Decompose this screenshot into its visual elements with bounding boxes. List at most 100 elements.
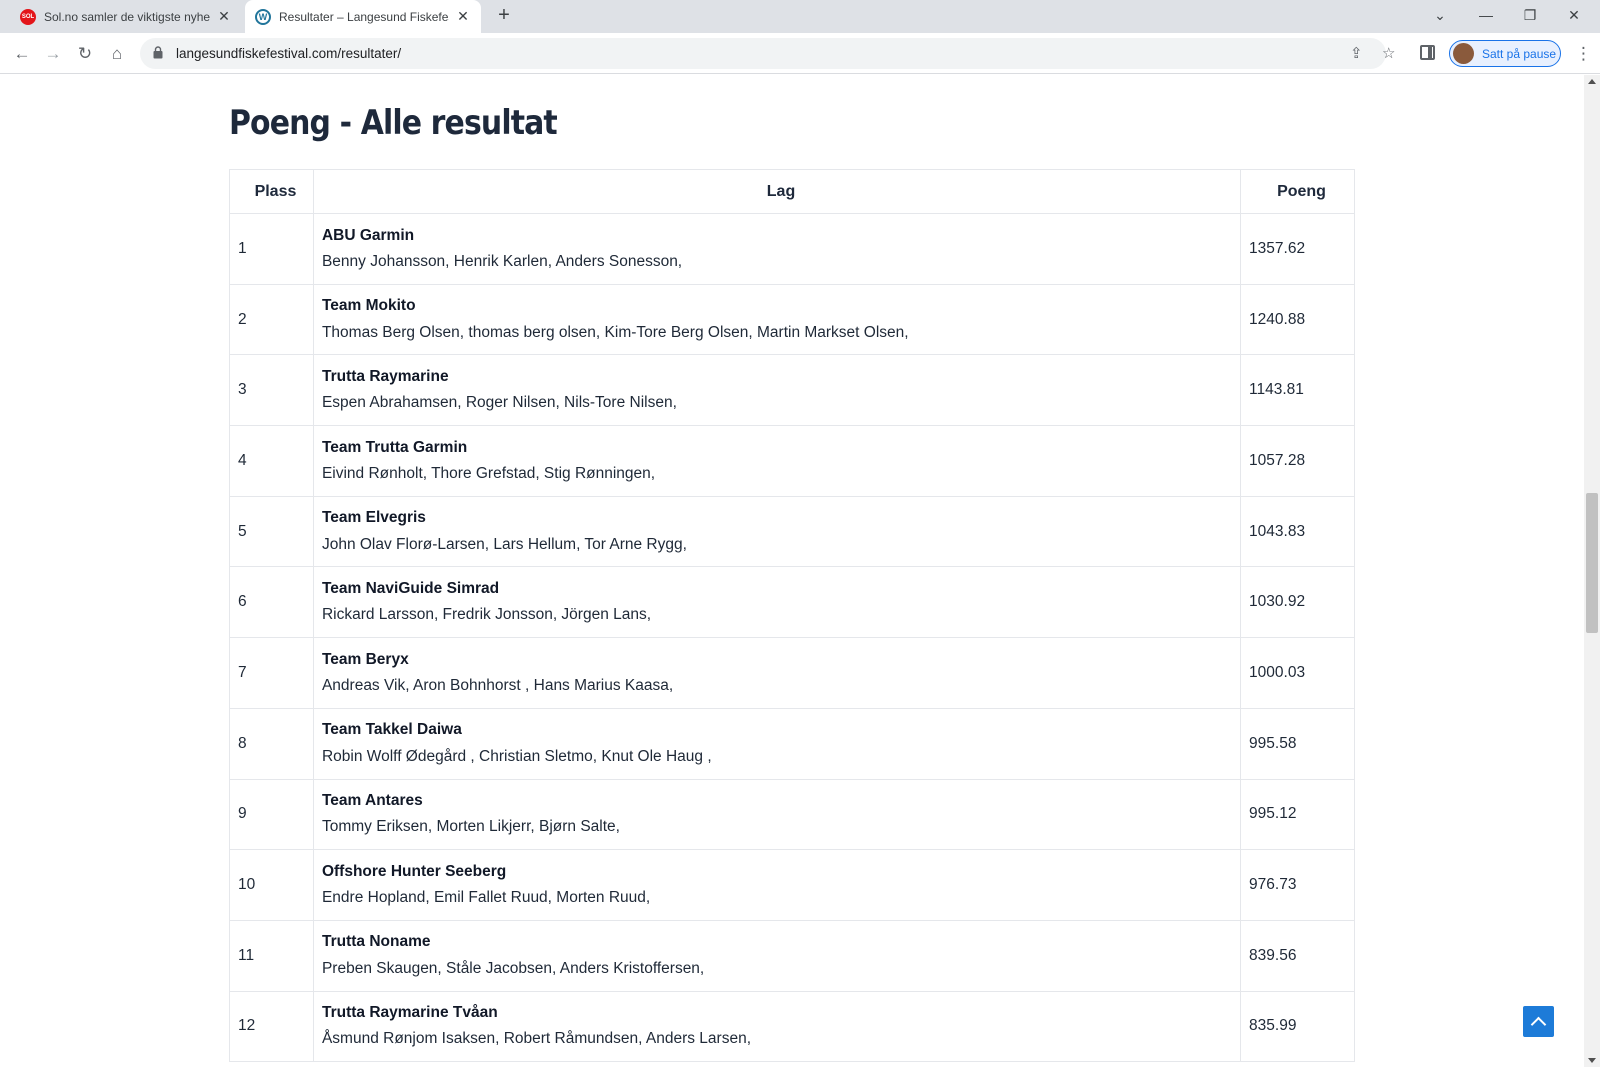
share-icon[interactable]: ⇪ bbox=[1350, 44, 1363, 62]
cell-team: Trutta Noname Preben Skaugen, Ståle Jacob… bbox=[312, 919, 1242, 992]
cell-place: 12 bbox=[229, 990, 314, 1063]
results-table: Plass Lag Poeng 1 ABU Garmin Benny Johanss… bbox=[229, 169, 1355, 1063]
cell-place: 7 bbox=[229, 637, 314, 709]
header-poeng: Poeng bbox=[1240, 169, 1355, 214]
header-lag: Lag bbox=[312, 169, 1242, 214]
url-text[interactable]: langesundfiskefestival.com/resultater/ bbox=[176, 46, 401, 61]
tab-resultater[interactable]: W Resultater – Langesund Fiskefestival ✕ bbox=[245, 0, 481, 33]
table-row: 5 Team Elvegris John Olav Florø-Larsen, La… bbox=[229, 495, 1355, 568]
sol-favicon-icon: SOL bbox=[20, 8, 36, 25]
table-body: 1 ABU Garmin Benny Johansson, Henrik Karle… bbox=[229, 213, 1355, 1063]
table-header-row: Plass Lag Poeng bbox=[229, 169, 1355, 214]
cell-points: 995.58 bbox=[1240, 707, 1355, 780]
cell-points: 995.12 bbox=[1240, 778, 1355, 851]
team-members: Eivind Rønholt, Thore Grefstad, Stig Røn… bbox=[321, 464, 656, 482]
team-name: Team NaviGuide Simrad bbox=[321, 579, 500, 597]
table-row: 3 Trutta Raymarine Espen Abrahamsen, Roger… bbox=[229, 354, 1355, 427]
profile-status: Satt på pause bbox=[1482, 46, 1557, 61]
table-row: 6 Team NaviGuide Simrad Rickard Larsson, F… bbox=[229, 566, 1355, 639]
cell-points: 1057.28 bbox=[1240, 425, 1355, 497]
cell-team: Team Elvegris John Olav Florø-Larsen, Lar… bbox=[312, 495, 1242, 568]
header-plass: Plass bbox=[229, 169, 314, 214]
scroll-to-top-button[interactable] bbox=[1523, 1006, 1554, 1037]
cell-points: 976.73 bbox=[1240, 849, 1355, 921]
cell-points: 1143.81 bbox=[1240, 354, 1355, 427]
team-members: Thomas Berg Olsen, thomas berg olsen, Ki… bbox=[321, 323, 909, 341]
team-name: Team Takkel Daiwa bbox=[321, 721, 462, 739]
close-tab-icon[interactable]: ✕ bbox=[216, 8, 232, 25]
cell-place: 4 bbox=[229, 425, 314, 497]
cell-team: Team NaviGuide Simrad Rickard Larsson, Fr… bbox=[312, 566, 1242, 639]
table-row: 4 Team Trutta Garmin Eivind Rønholt, Thore… bbox=[229, 425, 1355, 497]
cell-place: 9 bbox=[229, 778, 314, 851]
team-members: Rickard Larsson, Fredrik Jonsson, Jörgen… bbox=[321, 606, 652, 624]
cell-team: ABU Garmin Benny Johansson, Henrik Karlen… bbox=[312, 213, 1242, 285]
table-row: 7 Team Beryx Andreas Vik, Aron Bohnhorst ,… bbox=[229, 637, 1355, 709]
cell-points: 835.99 bbox=[1240, 990, 1355, 1063]
close-window-icon[interactable]: ✕ bbox=[1552, 0, 1596, 33]
table-row: 9 Team Antares Tommy Eriksen, Morten Likje… bbox=[229, 778, 1355, 851]
address-bar[interactable]: langesundfiskefestival.com/resultater/ ⇪… bbox=[140, 38, 1395, 69]
page-content: Poeng - Alle resultat Plass Lag Poeng 1A… bbox=[0, 75, 1584, 1067]
team-members: John Olav Florø-Larsen, Lars Hellum, Tor… bbox=[321, 535, 687, 553]
avatar bbox=[1453, 43, 1474, 64]
cell-team: Team Takkel Daiwa Robin Wolff Ødegård , C… bbox=[312, 707, 1242, 780]
cell-points: 1030.92 bbox=[1240, 566, 1355, 639]
team-name: ABU Garmin bbox=[321, 226, 415, 244]
page-scrollbar[interactable] bbox=[1584, 75, 1600, 1067]
team-name: Team Antares bbox=[321, 792, 423, 809]
team-members: Preben Skaugen, Ståle Jacobsen, Anders K… bbox=[321, 959, 705, 977]
team-name: Team Mokito bbox=[321, 297, 416, 315]
scroll-to-top-icon bbox=[1530, 1016, 1547, 1032]
close-tab-icon[interactable]: ✕ bbox=[455, 8, 471, 25]
star-icon[interactable]: ☆ bbox=[1382, 44, 1395, 62]
profile-button[interactable]: Satt på pause bbox=[1449, 40, 1561, 67]
table-row: 10 Offshore Hunter Seeberg Endre Hopland, … bbox=[229, 849, 1355, 921]
team-name: Trutta Raymarine Tvåan bbox=[321, 1004, 498, 1022]
team-name: Team Trutta Garmin bbox=[321, 438, 468, 456]
team-members: Åsmund Rønjom Isaksen, Robert Råmundsen,… bbox=[321, 1030, 751, 1048]
browser-toolbar: ← → ↻ ⌂ langesundfiskefestival.com/resul… bbox=[0, 33, 1600, 74]
lock-icon bbox=[153, 46, 163, 59]
cell-place: 5 bbox=[229, 495, 314, 568]
side-panel-icon[interactable] bbox=[1420, 45, 1435, 60]
table-row: 1 ABU Garmin Benny Johansson, Henrik Karle… bbox=[229, 213, 1355, 285]
cell-team: Team Trutta Garmin Eivind Rønholt, Thore … bbox=[312, 425, 1242, 497]
cell-points: 1357.62 bbox=[1240, 213, 1355, 285]
team-members: Andreas Vik, Aron Bohnhorst , Hans Mariu… bbox=[321, 676, 674, 694]
reload-icon[interactable]: ↻ bbox=[72, 41, 98, 67]
team-members: Benny Johansson, Henrik Karlen, Anders S… bbox=[321, 252, 683, 270]
cell-team: Team Antares Tommy Eriksen, Morten Likjer… bbox=[312, 778, 1242, 851]
scroll-thumb[interactable] bbox=[1586, 493, 1598, 633]
tab-strip: SOL Sol.no samler de viktigste nyhetene … bbox=[0, 0, 1600, 33]
back-icon[interactable]: ← bbox=[9, 41, 35, 67]
cell-place: 11 bbox=[229, 919, 314, 992]
menu-icon[interactable]: ⋮ bbox=[1575, 41, 1592, 67]
tab-title: Sol.no samler de viktigste nyhetene bbox=[44, 9, 210, 24]
cell-place: 8 bbox=[229, 707, 314, 780]
tab-search-chevron-icon[interactable]: ⌄ bbox=[1418, 0, 1462, 33]
team-name: Team Beryx bbox=[321, 650, 409, 668]
new-tab-button[interactable]: + bbox=[492, 4, 516, 28]
home-icon[interactable]: ⌂ bbox=[104, 41, 130, 67]
team-name: Offshore Hunter Seeberg bbox=[321, 862, 507, 880]
minimize-icon[interactable]: — bbox=[1464, 0, 1508, 33]
scroll-up-icon[interactable] bbox=[1588, 79, 1596, 84]
team-name: Team Elvegris bbox=[321, 509, 426, 527]
table-row: 8 Team Takkel Daiwa Robin Wolff Ødegård , … bbox=[229, 707, 1355, 780]
cell-place: 2 bbox=[229, 283, 314, 356]
cell-place: 1 bbox=[229, 213, 314, 285]
scroll-down-icon[interactable] bbox=[1588, 1058, 1596, 1063]
team-name: Trutta Raymarine bbox=[321, 367, 449, 385]
cell-team: Team Mokito Thomas Berg Olsen, thomas ber… bbox=[312, 283, 1242, 356]
tab-sol[interactable]: SOL Sol.no samler de viktigste nyhetene … bbox=[10, 0, 242, 33]
table-row: 2 Team Mokito Thomas Berg Olsen, thomas be… bbox=[229, 283, 1355, 356]
cell-team: Trutta Raymarine Tvåan Åsmund Rønjom Isak… bbox=[312, 990, 1242, 1063]
cell-points: 1240.88 bbox=[1240, 283, 1355, 356]
cell-place: 3 bbox=[229, 354, 314, 427]
restore-icon[interactable]: ❐ bbox=[1508, 0, 1552, 33]
table-row: 12 Trutta Raymarine Tvåan Åsmund Rønjom Is… bbox=[229, 990, 1355, 1063]
cell-points: 1043.83 bbox=[1240, 495, 1355, 568]
cell-points: 1000.03 bbox=[1240, 637, 1355, 709]
forward-icon[interactable]: → bbox=[40, 41, 66, 67]
